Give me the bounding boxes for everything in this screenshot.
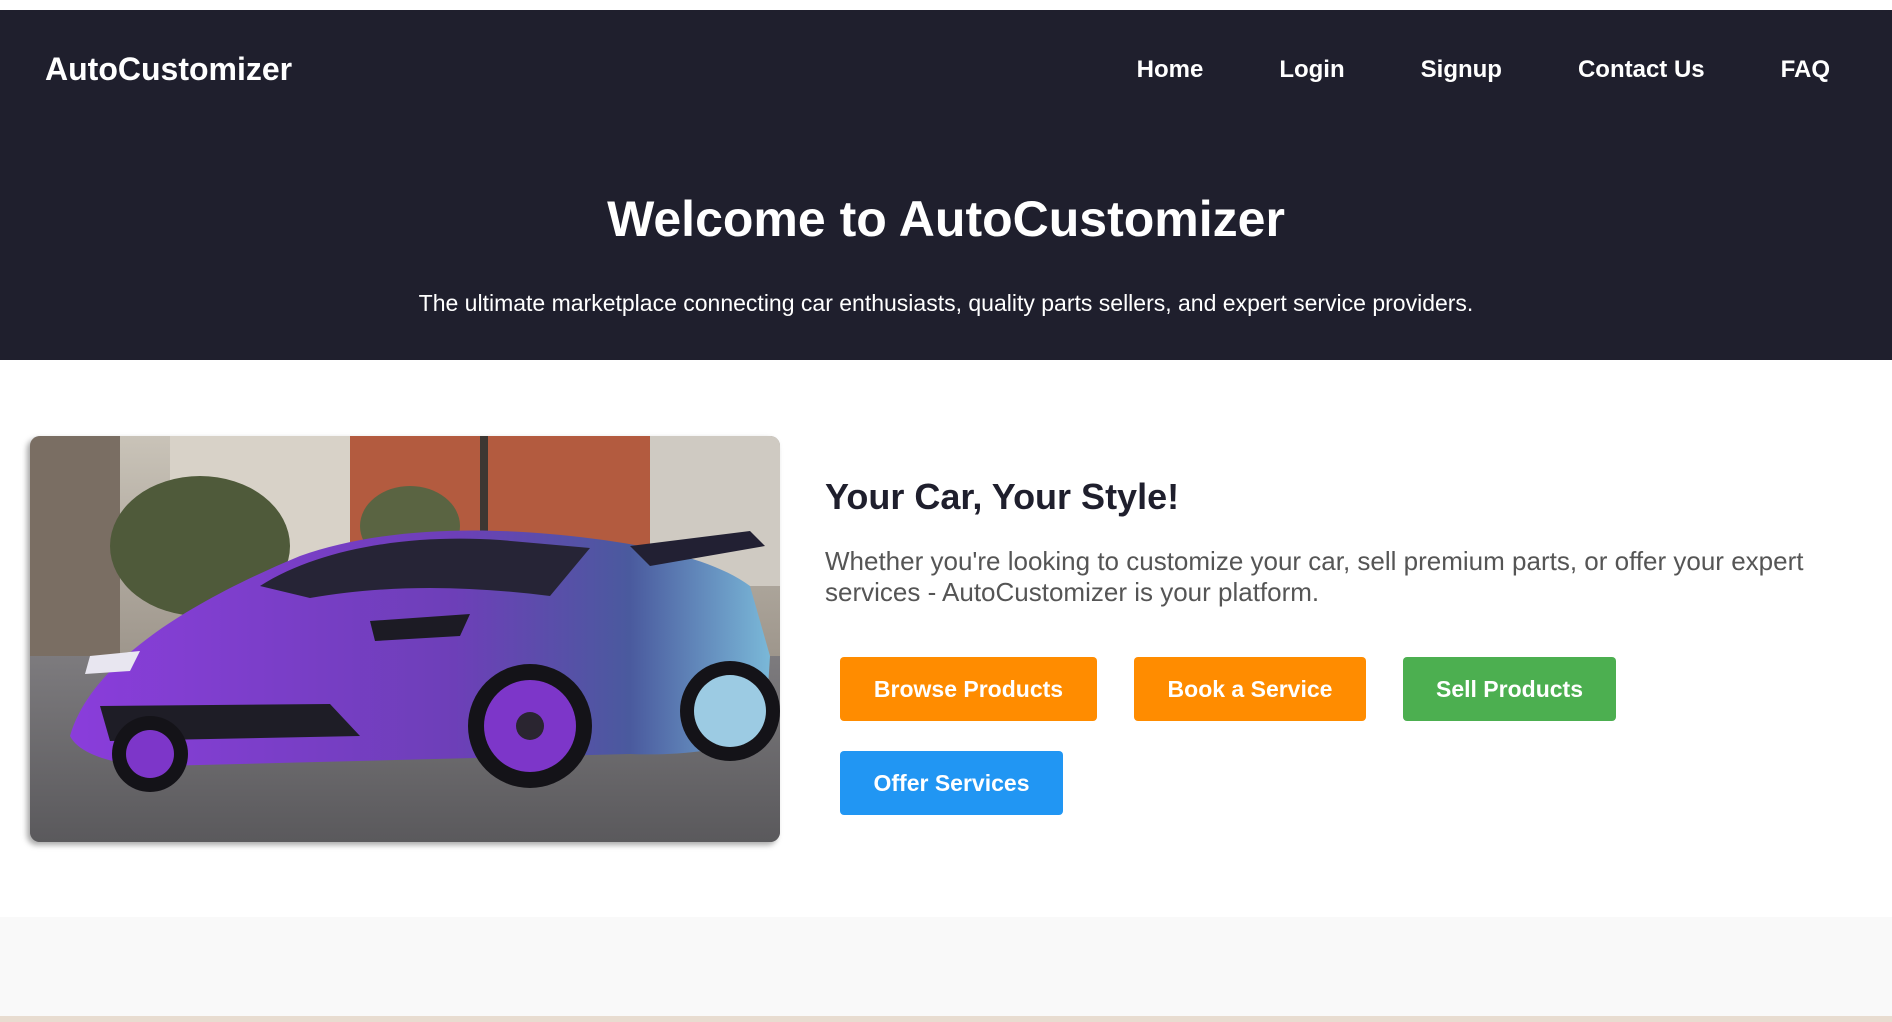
- bottom-border: [0, 1016, 1892, 1022]
- nav-login[interactable]: Login: [1279, 56, 1344, 84]
- brand-logo-link[interactable]: AutoCustomizer: [45, 51, 292, 88]
- nav-signup[interactable]: Signup: [1421, 56, 1502, 84]
- nav-home[interactable]: Home: [1137, 56, 1204, 84]
- main-nav: Home Login Signup Contact Us FAQ: [1061, 56, 1830, 84]
- feature-description: Whether you're looking to customize your…: [825, 546, 1804, 607]
- top-strip: [0, 0, 1892, 10]
- hero-subtitle: The ultimate marketplace connecting car …: [418, 290, 1474, 316]
- car-image: [30, 436, 780, 842]
- offer-services-button[interactable]: Offer Services: [840, 751, 1063, 815]
- nav-faq[interactable]: FAQ: [1781, 56, 1830, 84]
- feature-section: Your Car, Your Style! Whether you're loo…: [0, 360, 1892, 917]
- sell-products-button[interactable]: Sell Products: [1403, 657, 1616, 721]
- hero-title: Welcome to AutoCustomizer: [607, 191, 1285, 247]
- feature-title: Your Car, Your Style!: [825, 476, 1180, 517]
- site-header: AutoCustomizer Home Login Signup Contact…: [0, 10, 1892, 360]
- next-section: [0, 917, 1892, 1017]
- browse-products-button[interactable]: Browse Products: [840, 657, 1097, 721]
- nav-contact-us[interactable]: Contact Us: [1578, 56, 1705, 84]
- book-service-button[interactable]: Book a Service: [1134, 657, 1366, 721]
- page: AutoCustomizer Home Login Signup Contact…: [0, 0, 1892, 1022]
